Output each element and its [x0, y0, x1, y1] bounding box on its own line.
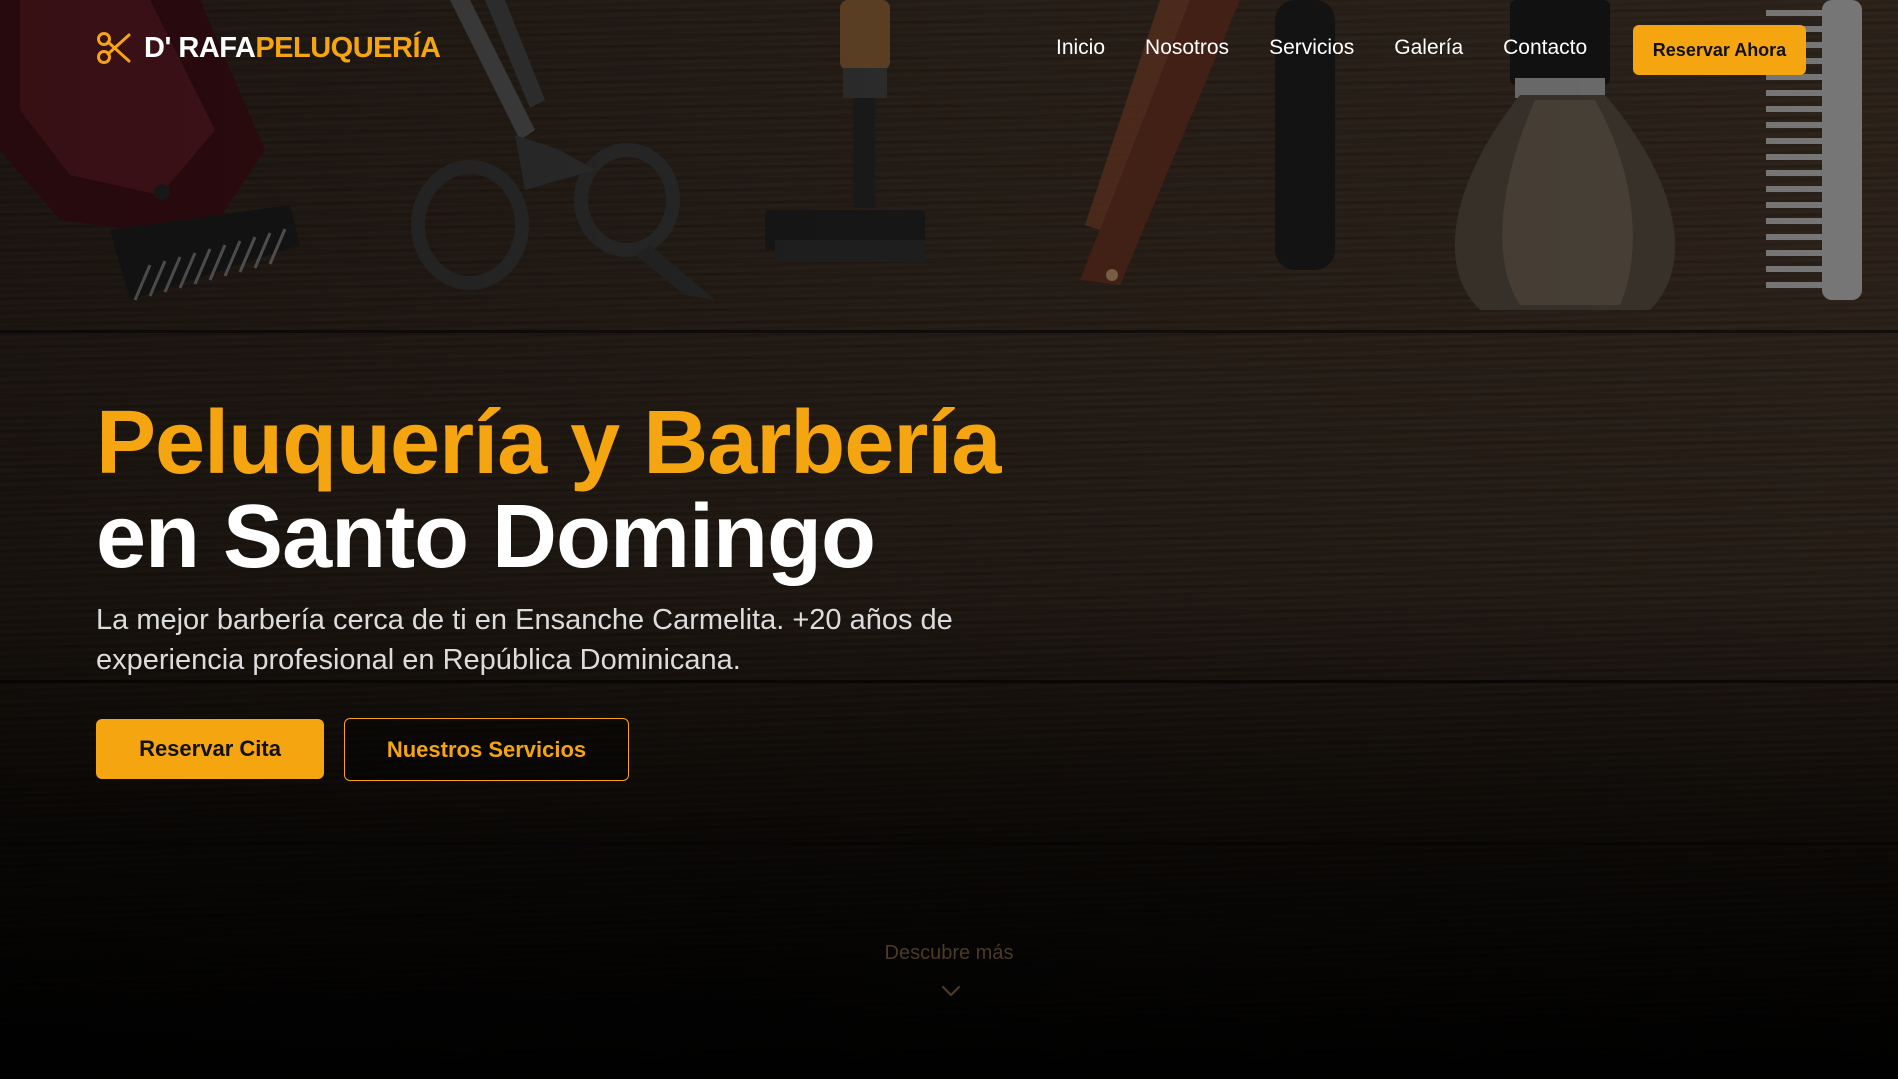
nav-link-galeria[interactable]: Galería: [1394, 36, 1463, 60]
nav-link-servicios[interactable]: Servicios: [1269, 36, 1354, 60]
hero-title-line2: en Santo Domingo: [96, 487, 876, 587]
hero-subtitle: La mejor barbería cerca de ti en Ensanch…: [96, 604, 953, 676]
hero-title-line1: Peluquería y Barbería: [96, 393, 1001, 493]
site-header: D' RAFAPELUQUERÍA Inicio Nosotros Servic…: [0, 0, 1898, 100]
scroll-hint[interactable]: Descubre más: [0, 942, 1898, 965]
chevron-down-icon[interactable]: [940, 984, 962, 998]
brand-name-accent: PELUQUERÍA: [255, 31, 441, 64]
scissors-icon: [97, 32, 131, 64]
brand-name-primary: D' RAFA: [144, 31, 256, 64]
hero-title: Peluquería y Barbería en Santo Domingo: [96, 393, 1001, 587]
brand-name: D' RAFAPELUQUERÍA: [144, 31, 441, 65]
reservar-cita-button[interactable]: Reservar Cita: [96, 719, 324, 779]
nav-link-nosotros[interactable]: Nosotros: [1145, 36, 1229, 60]
nav-link-inicio[interactable]: Inicio: [1056, 36, 1105, 60]
reservar-ahora-button[interactable]: Reservar Ahora: [1633, 25, 1806, 75]
main-nav: Inicio Nosotros Servicios Galería Contac…: [1056, 36, 1627, 60]
nuestros-servicios-button[interactable]: Nuestros Servicios: [344, 718, 629, 781]
nav-link-contacto[interactable]: Contacto: [1503, 36, 1587, 60]
brand-logo[interactable]: D' RAFAPELUQUERÍA: [96, 30, 441, 66]
